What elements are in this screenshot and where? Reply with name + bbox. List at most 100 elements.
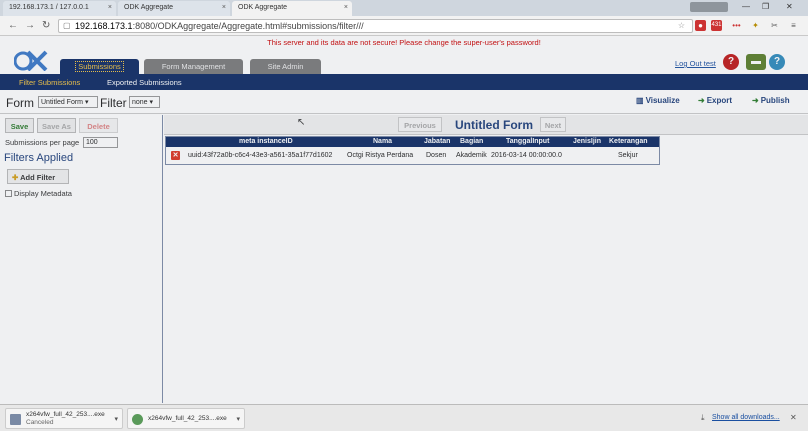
checkbox-icon[interactable] [5,190,12,197]
help-icon[interactable]: ? [723,54,739,70]
visualize-button[interactable]: ▥ Visualize [636,96,680,105]
column-header[interactable]: Keterangan [609,138,648,145]
export-label: Export [706,96,733,105]
file-icon [10,414,21,425]
minimize-icon[interactable]: — [742,2,750,11]
browser-tab-2-label: ODK Aggregate [124,4,174,11]
browser-tab-1[interactable]: 192.168.173.1 / 127.0.0.1 × [3,1,116,16]
delete-button[interactable]: Delete [79,118,118,133]
download-status: Canceled [26,419,54,426]
column-header[interactable]: Bagian [460,138,483,145]
security-warning: This server and its data are not secure!… [267,38,541,47]
plus-icon: ✚ [12,173,19,182]
tab-submissions-label: Submissions [75,61,124,72]
per-page-label: Submissions per page [5,138,80,147]
close-icon[interactable]: × [108,4,112,11]
feedback-icon[interactable]: ? [769,54,785,70]
forward-icon[interactable]: → [25,20,35,31]
browser-tab-1-label: 192.168.173.1 / 127.0.0.1 [9,4,89,11]
bar-chart-icon: ▥ [636,96,644,105]
url-input[interactable]: ▢ 192.168.173.1:8080/ODKAggregate/Aggreg… [58,19,693,33]
sub-navigation: Filter Submissions Exported Submissions [0,74,808,90]
add-filter-button[interactable]: ✚ Add Filter [7,169,69,184]
filters-applied-heading: Filters Applied [4,152,74,164]
download-icon: ⤓ [701,413,705,422]
arrow-right-icon: ➜ [698,96,705,105]
window-close-icon[interactable]: ✕ [786,2,793,11]
chevron-down-icon: ▾ [149,99,154,106]
menu-icon[interactable]: ≡ [788,20,799,31]
next-button[interactable]: Next [540,117,566,132]
publish-button[interactable]: ➜ Publish [752,96,790,105]
tab-form-management[interactable]: Form Management [144,59,243,74]
file-icon [132,414,143,425]
extension-badge-icon[interactable]: 431 [711,20,722,31]
extension-icon[interactable]: ✦ [750,20,761,31]
save-as-button[interactable]: Save As [37,118,76,133]
table-row[interactable]: ✕ uuid:43f72a0b-c6c4-43e3-a561-35a1f77d1… [166,147,659,164]
save-button[interactable]: Save [5,118,34,133]
chevron-down-icon[interactable]: ▾ [114,415,118,423]
submissions-table: meta instanceID Nama Jabatan Bagian Tang… [165,136,660,165]
previous-button[interactable]: Previous [398,117,442,132]
table-cell: Akademik [456,152,487,159]
column-header[interactable]: Nama [373,138,392,145]
table-cell: Octgi Ristya Perdana [347,152,414,159]
close-icon[interactable]: ✕ [790,413,797,422]
extension-icon[interactable]: ● [695,20,706,31]
download-item[interactable]: x264vfw_full_42_253....exe ▾ [127,408,245,429]
chevron-down-icon[interactable]: ▾ [236,415,240,423]
browser-tab-3-label: ODK Aggregate [238,4,288,11]
download-filename: x264vfw_full_42_253....exe [148,415,227,422]
extension-icon[interactable]: ✂ [769,20,780,31]
manual-book-icon[interactable]: ▬ [746,54,766,70]
display-metadata-label: Display Metadata [14,189,72,198]
column-header[interactable]: TanggalInput [506,138,549,145]
logout-link[interactable]: Log Out test [675,59,716,68]
form-select[interactable]: Untitled Form ▾ [38,96,98,108]
download-bar: x264vfw_full_42_253....exe Canceled ▾ x2… [0,404,808,431]
close-icon[interactable]: × [222,4,226,11]
subtab-exported-submissions[interactable]: Exported Submissions [107,78,182,87]
table-cell: Sekjur [618,152,638,159]
form-title: Untitled Form [455,118,533,132]
filter-label: Filter [100,96,127,110]
publish-label: Publish [760,96,790,105]
back-icon[interactable]: ← [8,20,18,31]
page-info-icon[interactable]: ▢ [63,21,71,30]
form-select-value: Untitled Form [41,99,84,106]
url-path: :8080/ODKAggregate/Aggregate.html#submis… [132,21,364,31]
delete-row-icon[interactable]: ✕ [171,151,180,160]
arrow-right-icon: ➜ [752,96,759,105]
browser-tab-2[interactable]: ODK Aggregate × [118,1,230,16]
bookmark-star-icon[interactable]: ☆ [676,20,687,31]
table-cell: 2016-03-14 00:00:00.0 [491,152,562,159]
per-page-input[interactable]: 100 [83,137,118,148]
show-all-downloads-link[interactable]: Show all downloads... [712,414,780,421]
profile-badge[interactable] [690,2,728,12]
tab-site-admin[interactable]: Site Admin [250,59,321,74]
column-header[interactable]: Jabatan [424,138,450,145]
export-button[interactable]: ➜ Export [698,96,732,105]
form-label: Form [6,96,34,110]
filter-select-value: none [132,99,148,106]
browser-tab-strip: 192.168.173.1 / 127.0.0.1 × ODK Aggregate… [0,0,808,16]
tab-submissions[interactable]: Submissions [60,59,139,74]
extension-icon[interactable]: ••• [731,20,742,31]
column-header[interactable]: meta instanceID [239,138,293,145]
download-item[interactable]: x264vfw_full_42_253....exe Canceled ▾ [5,408,123,429]
visualize-label: Visualize [645,96,680,105]
browser-tab-3[interactable]: ODK Aggregate × [232,1,352,16]
filter-select[interactable]: none ▾ [129,96,160,108]
close-icon[interactable]: × [344,4,348,11]
mouse-cursor-icon: ↖ [297,117,306,128]
column-header[interactable]: JenisIjin [573,138,601,145]
chevron-down-icon: ▾ [84,99,89,106]
subtab-filter-submissions[interactable]: Filter Submissions [19,78,80,87]
form-toolbar: Form Untitled Form ▾ Filter none ▾ ▥ Visu… [0,92,808,114]
maximize-icon[interactable]: ❐ [762,2,769,11]
reload-icon[interactable]: ↻ [42,20,50,31]
display-metadata-checkbox[interactable]: Display Metadata [5,189,72,198]
table-header: meta instanceID Nama Jabatan Bagian Tang… [166,137,659,147]
table-cell: Dosen [426,152,447,159]
